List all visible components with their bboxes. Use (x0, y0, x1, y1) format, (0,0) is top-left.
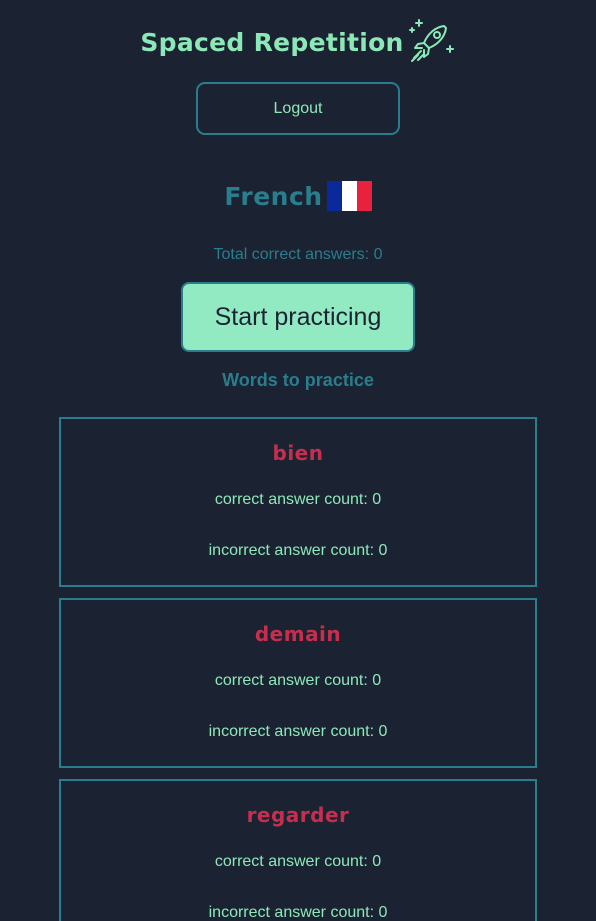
word-title: bien (272, 441, 324, 465)
rocket-icon (408, 19, 454, 62)
language-header: French (0, 178, 596, 214)
app-title: Spaced Repetition (140, 27, 404, 57)
page: Spaced Repetition Logout French Total co… (0, 0, 596, 921)
logout-button[interactable]: Logout (196, 82, 400, 135)
incorrect-count: incorrect answer count: 0 (208, 542, 388, 559)
total-correct-answers: Total correct answers: 0 (213, 246, 383, 263)
language-name: French (224, 181, 323, 211)
start-practicing-button[interactable]: Start practicing (181, 282, 415, 352)
france-flag-icon (326, 181, 372, 211)
word-card: demain correct answer count: 0 incorrect… (59, 598, 537, 768)
word-title: demain (254, 622, 342, 646)
correct-count: correct answer count: 0 (214, 491, 382, 508)
correct-count: correct answer count: 0 (214, 672, 382, 689)
correct-count: correct answer count: 0 (214, 853, 382, 870)
app-header: Spaced Repetition (0, 14, 596, 70)
incorrect-count: incorrect answer count: 0 (208, 723, 388, 740)
word-card: bien correct answer count: 0 incorrect a… (59, 417, 537, 587)
words-to-practice-heading: Words to practice (222, 370, 374, 390)
word-title: regarder (246, 803, 350, 827)
word-card: regarder correct answer count: 0 incorre… (59, 779, 537, 921)
incorrect-count: incorrect answer count: 0 (208, 904, 388, 921)
